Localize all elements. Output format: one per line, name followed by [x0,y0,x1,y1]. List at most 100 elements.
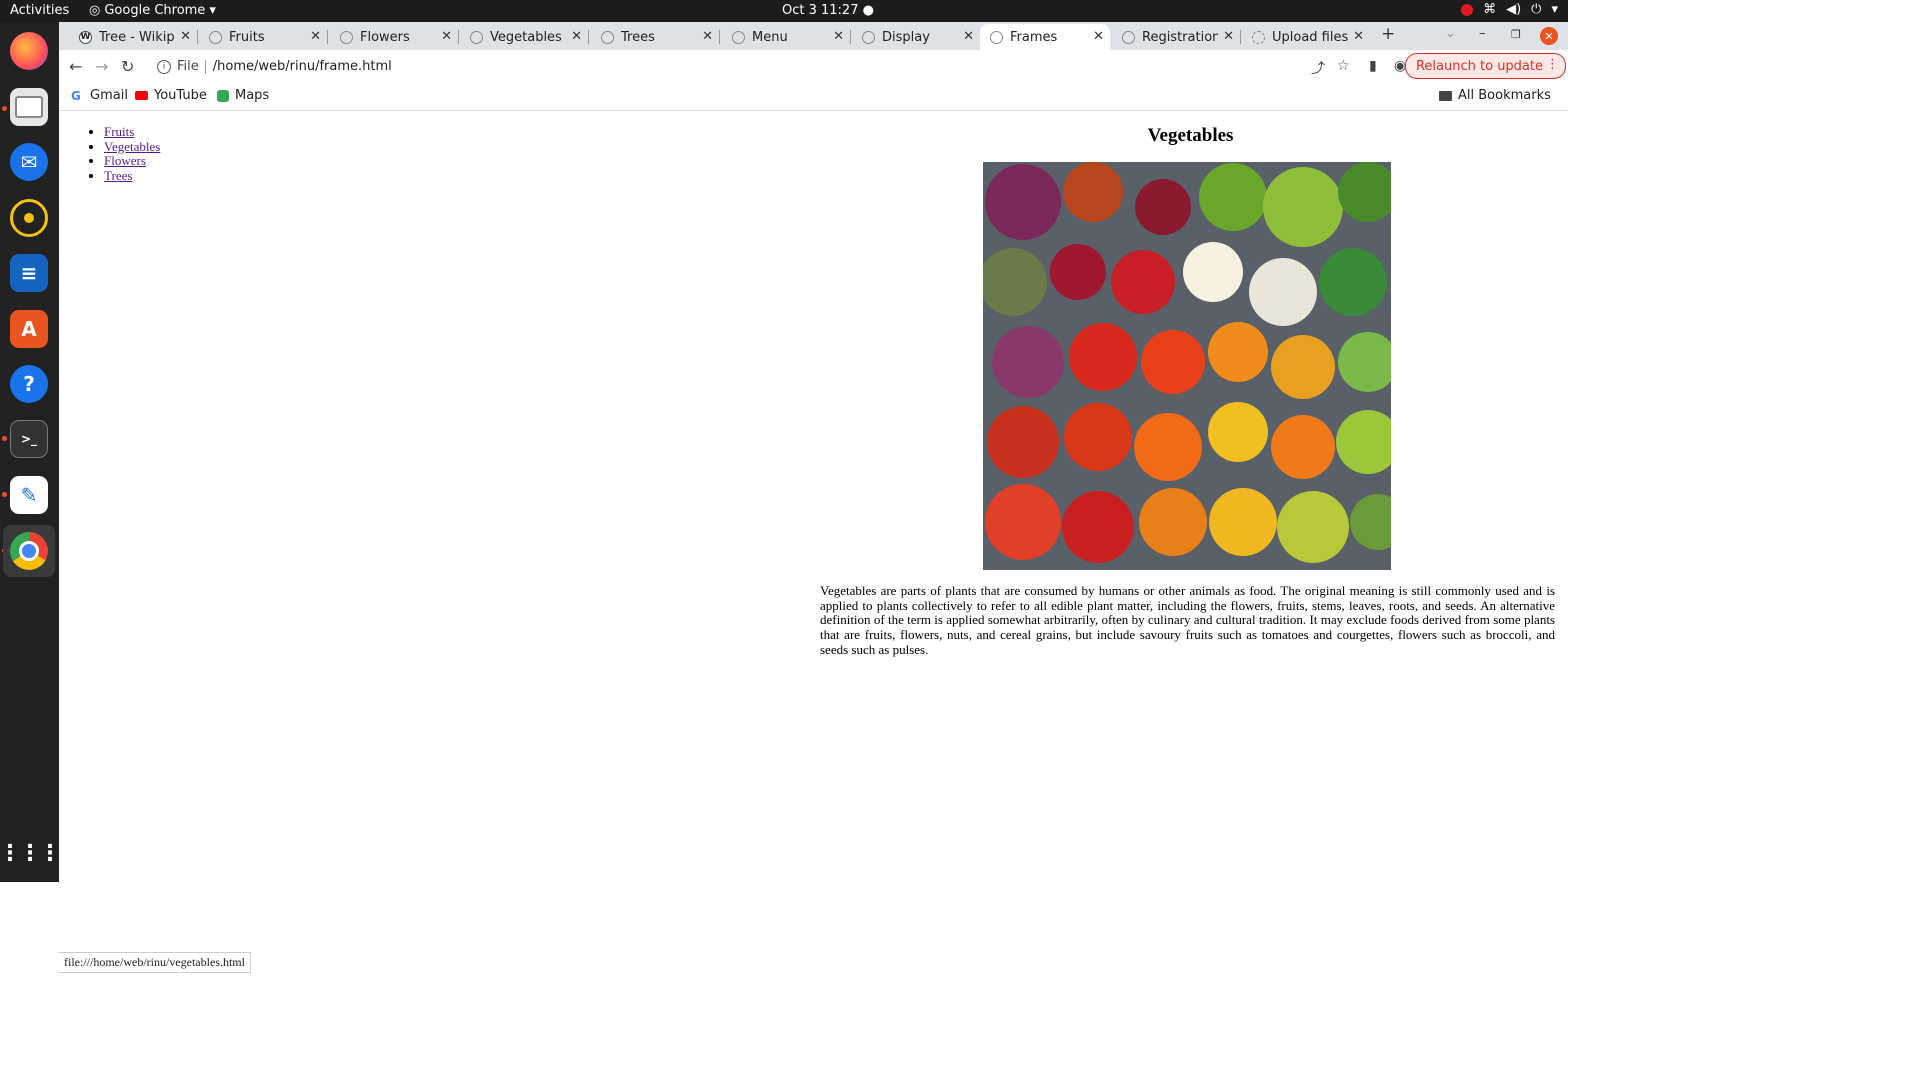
url-text[interactable]: /home/web/rinu/frame.html [213,59,392,74]
loading-icon [1252,30,1265,44]
bookmarks-bar: G Gmail YouTube Maps All Bookmarks [59,83,1568,111]
more-menu-icon[interactable]: ⋮ [1546,57,1559,72]
address-bar[interactable]: i File /home/web/rinu/frame.html [147,53,1347,80]
running-indicator [2,106,7,111]
restore-button[interactable]: ❐ [1511,28,1521,41]
chrome-app-icon: ◎ [89,3,101,18]
menu-frame: Fruits Vegetables Flowers Trees [59,111,813,882]
tab-label: Frames [1010,29,1058,45]
close-window-button[interactable]: ✕ [1540,27,1558,45]
tab-search-icon[interactable]: ⌄ [1445,26,1456,41]
display-frame: Vegetables Vegetables are parts of plant… [813,111,1568,882]
system-top-bar: Activities ◎ Google Chrome ▾ Oct 3 11:27… [0,0,1568,22]
show-apps-icon[interactable]: ⋮⋮⋮ [0,834,61,872]
share-icon[interactable]: ⤴ [1311,58,1325,78]
browser-toolbar: ← → ↻ i File /home/web/rinu/frame.html ⤴… [59,50,1568,83]
firefox-icon[interactable] [10,32,48,70]
back-button[interactable]: ← [69,57,82,76]
clock[interactable]: Oct 3 11:27 ● [782,3,874,18]
bookmark-label: Maps [235,88,270,103]
power-icon: ⏻ [1531,2,1542,17]
close-tab-icon[interactable]: ✕ [571,29,582,44]
youtube-icon [135,91,148,100]
link-flowers[interactable]: Flowers [104,153,146,169]
page-heading: Vegetables [1147,125,1234,146]
all-bookmarks-label: All Bookmarks [1458,88,1551,103]
app-name: Google Chrome [104,3,206,18]
new-tab-button[interactable]: + [1381,24,1395,44]
writer-icon[interactable]: ≡ [10,254,48,292]
close-tab-icon[interactable]: ✕ [702,29,713,44]
close-tab-icon[interactable]: ✕ [441,29,452,44]
tab-trees[interactable]: Trees ✕ [591,24,720,50]
activities-button[interactable]: Activities [10,3,69,18]
page-content: Fruits Vegetables Flowers Trees Vegetabl… [59,111,1568,973]
bookmark-label: YouTube [154,88,207,103]
thunderbird-icon[interactable]: ✉ [10,143,48,181]
tab-label: Registration f [1142,29,1218,45]
bookmark-youtube[interactable]: YouTube [135,88,207,103]
forward-button[interactable]: → [95,57,108,76]
tab-display[interactable]: Display ✕ [852,24,980,50]
app-menu[interactable]: ◎ Google Chrome ▾ [89,3,216,18]
app-center-icon[interactable]: A [10,310,48,348]
wikipedia-icon: W [79,30,92,44]
tab-vegetables[interactable]: Vegetables ✕ [460,24,589,50]
chrome-icon[interactable] [10,532,48,570]
bookmark-star-icon[interactable]: ☆ [1337,58,1350,74]
relaunch-button[interactable]: Relaunch to update ⋮ [1404,53,1566,79]
vegetables-description: Vegetables are parts of plants that are … [820,583,1555,657]
tab-label: Menu [752,29,788,45]
close-tab-icon[interactable]: ✕ [1093,29,1104,44]
google-icon: G [71,89,81,103]
close-tab-icon[interactable]: ✕ [180,29,191,44]
system-tray[interactable]: ⌘ ◀) ⏻ ▾ [1461,2,1558,17]
bookmark-maps[interactable]: Maps [217,88,269,103]
bookmark-label: Gmail [90,88,128,103]
all-bookmarks-button[interactable]: All Bookmarks [1439,88,1551,103]
running-indicator [2,492,7,497]
files-icon[interactable] [10,88,48,126]
relaunch-label: Relaunch to update [1415,58,1543,74]
close-tab-icon[interactable]: ✕ [833,29,844,44]
tab-tree-wikipedia[interactable]: W Tree - Wikipe ✕ [69,24,198,50]
side-panel-icon[interactable]: ▮ [1369,58,1377,74]
link-vegetables[interactable]: Vegetables [104,139,160,154]
tab-fruits[interactable]: Fruits ✕ [199,24,328,50]
globe-icon [470,30,483,44]
tab-registration[interactable]: Registration f ✕ [1112,24,1241,50]
list-item: Fruits [104,124,813,140]
tab-label: Flowers [360,29,410,45]
close-tab-icon[interactable]: ✕ [310,29,321,44]
minimize-button[interactable]: – [1479,26,1486,41]
status-bubble: file:///home/web/rinu/vegetables.html [59,952,251,973]
link-fruits[interactable]: Fruits [104,124,134,139]
dock: ✉ ≡ A ? >_ ✎ ⋮⋮⋮ [0,22,61,882]
rhythmbox-icon[interactable] [10,199,48,237]
folder-icon [1439,90,1452,101]
list-item: Vegetables [104,139,813,155]
network-icon: ⌘ [1483,2,1497,17]
info-icon[interactable]: i [157,59,171,74]
globe-icon [601,30,614,44]
close-tab-icon[interactable]: ✕ [1223,29,1234,44]
tab-upload-files[interactable]: Upload files ✕ [1242,24,1370,50]
tab-label: Fruits [229,29,265,45]
text-editor-icon[interactable]: ✎ [10,476,48,514]
terminal-icon[interactable]: >_ [10,420,48,458]
browser-window: W Tree - Wikipe ✕ Fruits ✕ Flowers ✕ Veg… [59,22,1568,973]
globe-icon [732,30,745,44]
tab-strip: W Tree - Wikipe ✕ Fruits ✕ Flowers ✕ Veg… [59,22,1568,50]
tab-flowers[interactable]: Flowers ✕ [330,24,459,50]
tab-frames[interactable]: Frames ✕ [980,24,1110,50]
close-tab-icon[interactable]: ✕ [1353,29,1364,44]
help-icon[interactable]: ? [10,365,48,403]
tab-label: Trees [621,29,655,45]
reload-button[interactable]: ↻ [121,57,134,76]
tab-menu[interactable]: Menu ✕ [722,24,851,50]
scheme-label: File [177,59,199,74]
close-tab-icon[interactable]: ✕ [963,29,974,44]
link-trees[interactable]: Trees [104,168,132,183]
bookmark-gmail[interactable]: G Gmail [71,88,128,103]
nav-list: Fruits Vegetables Flowers Trees [59,124,813,184]
